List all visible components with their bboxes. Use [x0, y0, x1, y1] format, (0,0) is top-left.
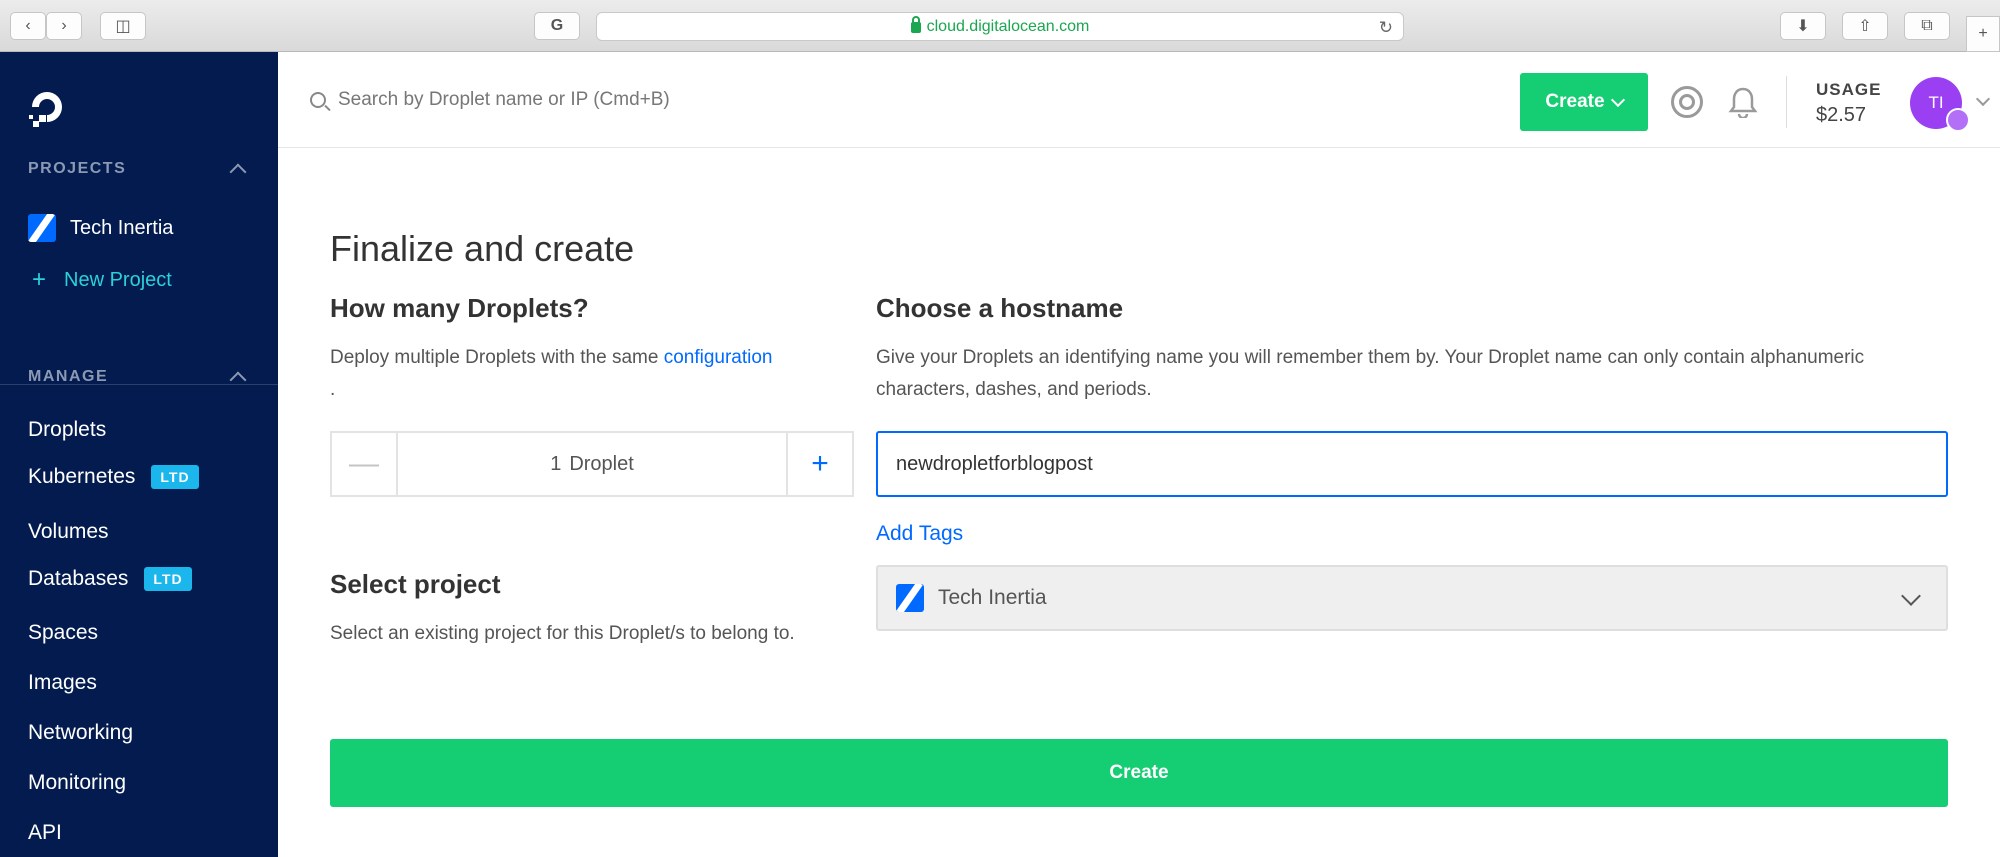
- sidebar-item-label: Images: [28, 671, 97, 694]
- sidebar-item-label: Networking: [28, 721, 134, 744]
- sidebar-item-label: Volumes: [28, 520, 109, 543]
- reload-icon[interactable]: ↻: [1379, 18, 1393, 38]
- new-tab-button[interactable]: +: [1966, 16, 2000, 52]
- sidebar-item-kubernetes[interactable]: Kubernetes LTD: [28, 465, 199, 489]
- count-number: 1: [550, 452, 562, 475]
- hostname-input[interactable]: [876, 431, 1948, 497]
- grammarly-icon: G: [550, 17, 564, 34]
- help-lifebuoy-icon[interactable]: [1671, 86, 1703, 118]
- sidebar-item-droplets[interactable]: Droplets: [28, 418, 106, 442]
- collapse-manage-chevron-icon[interactable]: [229, 371, 247, 389]
- hostname-heading: Choose a hostname: [876, 293, 1124, 323]
- top-bar: Create USAGE $2.57 TI: [278, 52, 2000, 148]
- sidebar-item-label: Databases: [28, 567, 129, 590]
- plus-icon: +: [32, 266, 47, 293]
- page-title: Finalize and create: [330, 228, 635, 269]
- sidebar-item-label: Kubernetes: [28, 465, 136, 488]
- hostname-description: Give your Droplets an identifying name y…: [876, 347, 1865, 400]
- create-droplet-button[interactable]: Create: [330, 739, 1948, 807]
- digitalocean-logo-icon[interactable]: [26, 86, 68, 128]
- usage-label: USAGE: [1816, 80, 1882, 99]
- ltd-badge: LTD: [144, 567, 192, 591]
- configuration-link[interactable]: configuration: [664, 347, 773, 368]
- selected-project-label: Tech Inertia: [938, 586, 1047, 609]
- plus-icon: +: [1978, 25, 1988, 42]
- tabs-icon: ⧉: [1921, 17, 1933, 34]
- sidebar: PROJECTS Tech Inertia + New Project MANA…: [0, 52, 278, 857]
- ltd-badge: LTD: [151, 465, 199, 489]
- tabs-overview-button[interactable]: ⧉: [1904, 12, 1950, 40]
- chevron-down-icon: [1901, 586, 1921, 606]
- select-project-heading: Select project: [330, 569, 501, 599]
- address-bar[interactable]: cloud.digitalocean.com ↻: [596, 12, 1404, 41]
- search-input[interactable]: [338, 82, 938, 118]
- project-icon: [896, 584, 924, 612]
- grammarly-extension-button[interactable]: G: [534, 12, 580, 40]
- chevron-right-icon: ›: [61, 17, 67, 34]
- sidebar-item-label: Droplets: [28, 418, 107, 441]
- new-project-label: New Project: [64, 268, 172, 291]
- description-period: .: [330, 379, 336, 400]
- project-name: Tech Inertia: [70, 216, 174, 239]
- project-icon: [28, 214, 56, 242]
- sidebar-item-monitoring[interactable]: Monitoring: [28, 771, 126, 795]
- decrement-button[interactable]: —: [332, 433, 398, 495]
- new-project-link[interactable]: + New Project: [28, 266, 172, 294]
- lock-icon: [910, 16, 921, 33]
- back-button[interactable]: ‹: [10, 12, 46, 40]
- downloads-button[interactable]: ⬇: [1780, 12, 1826, 40]
- description-text: Deploy multiple Droplets with the same: [330, 347, 664, 368]
- usage-value[interactable]: $2.57: [1816, 104, 1866, 127]
- manage-section-title: MANAGE: [28, 368, 109, 385]
- droplet-count-value: 1 Droplet: [398, 433, 786, 495]
- sidebar-item-images[interactable]: Images: [28, 671, 97, 695]
- sidebar-item-label: Spaces: [28, 621, 99, 644]
- sidebar-item-api[interactable]: API: [28, 821, 62, 845]
- droplet-count-description: Deploy multiple Droplets with the same c…: [330, 342, 860, 406]
- add-tags-link[interactable]: Add Tags: [876, 522, 963, 546]
- projects-section-title: PROJECTS: [28, 160, 127, 177]
- project-select[interactable]: Tech Inertia: [876, 565, 1948, 631]
- bell-icon[interactable]: [1728, 86, 1758, 118]
- select-project-description: Select an existing project for this Drop…: [330, 623, 795, 644]
- share-button[interactable]: ⇧: [1842, 12, 1888, 40]
- droplet-quantity-stepper: — 1 Droplet +: [330, 431, 854, 497]
- sidebar-item-spaces[interactable]: Spaces: [28, 621, 98, 645]
- forward-button[interactable]: ›: [46, 12, 82, 40]
- chevron-left-icon: ‹: [25, 17, 31, 34]
- main-content: Finalize and create How many Droplets? D…: [278, 148, 2000, 857]
- sidebar-item-volumes[interactable]: Volumes: [28, 520, 109, 544]
- sidebar-toggle-button[interactable]: ◫: [100, 12, 146, 40]
- account-chevron-down-icon[interactable]: [1975, 91, 1991, 107]
- create-menu-button[interactable]: Create: [1520, 73, 1648, 131]
- sidebar-item-networking[interactable]: Networking: [28, 721, 133, 745]
- download-icon: ⬇: [1796, 18, 1810, 35]
- topbar-divider: [1786, 76, 1787, 128]
- url-text: cloud.digitalocean.com: [926, 17, 1090, 35]
- droplet-count-heading: How many Droplets?: [330, 293, 589, 323]
- create-menu-label: Create: [1545, 91, 1605, 112]
- sidebar-item-databases[interactable]: Databases LTD: [28, 567, 192, 591]
- share-icon: ⇧: [1858, 18, 1872, 35]
- sidebar-icon: ◫: [115, 18, 131, 35]
- browser-toolbar: ‹ › ◫ G cloud.digitalocean.com ↻ ⬇ ⇧ ⧉ +: [0, 0, 2000, 52]
- collapse-projects-chevron-icon[interactable]: [229, 163, 247, 181]
- chevron-down-icon: [1610, 92, 1625, 107]
- sidebar-item-label: API: [28, 821, 62, 844]
- avatar-badge-icon: [1946, 108, 1970, 132]
- count-unit: Droplet: [569, 452, 634, 475]
- increment-button[interactable]: +: [786, 433, 852, 495]
- search-icon: [310, 92, 326, 108]
- sidebar-item-label: Monitoring: [28, 771, 127, 794]
- sidebar-project-tech-inertia[interactable]: Tech Inertia: [28, 214, 173, 242]
